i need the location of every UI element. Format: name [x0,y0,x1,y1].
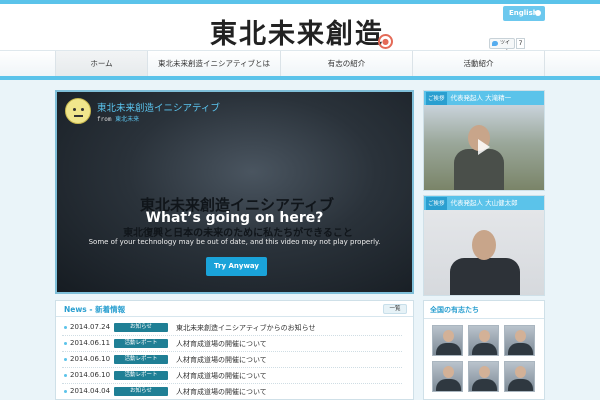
nav-item-about[interactable]: 東北未来創造イニシアティブとは [147,51,280,77]
face-body [508,343,533,355]
face-head [443,366,454,378]
person-card-1[interactable]: ご挨拶 代表発起人 大滝精一 [423,90,545,191]
twitter-bird-icon [492,41,498,46]
avatar-eye [73,108,76,111]
news-date: 2014.06.10 [70,371,111,379]
avatar-eye [81,108,84,111]
news-item[interactable]: 2014.04.04 お知らせ 人材育成道場の開催について [62,384,402,400]
person-name: 代表発起人 大山健太郎 [450,199,518,207]
bullet-icon [64,358,67,361]
news-text[interactable]: 東北未来創造イニシアティブからのお知らせ [176,323,315,333]
supporters-panel: 全国の有志たち [423,300,545,400]
bullet-icon [64,342,67,345]
news-item[interactable]: 2014.06.10 活動レポート 人材育成道場の開催について [62,352,402,368]
face-head [443,330,454,342]
video-title[interactable]: 東北未来創造イニシアティブ [97,100,220,114]
face-head [515,330,526,342]
face-head [479,366,490,378]
english-button-label: English [509,9,538,17]
tweet-count: 7 [516,38,525,49]
main-nav: ホーム 東北未来創造イニシアティブとは 有志の紹介 活動紹介 [0,50,600,77]
video-from: from 東北未来 [97,114,139,123]
supporter-photo[interactable] [468,325,499,356]
tweet-button[interactable]: ツイート [489,38,515,55]
news-date: 2014.07.24 [70,323,111,331]
news-item[interactable]: 2014.06.11 活動レポート 人材育成道場の開催について [62,336,402,352]
news-category: お知らせ [114,387,168,396]
person-body [450,258,520,295]
supporter-photo[interactable] [504,361,535,392]
supporter-photo[interactable] [468,361,499,392]
bullet-icon [64,326,67,329]
person-card-2[interactable]: ご挨拶 代表発起人 大山健太郎 [423,195,545,296]
person-name: 代表発起人 大滝精一 [450,94,512,102]
person-tag: ご挨拶 [426,197,447,211]
news-category: 活動レポート [114,371,168,380]
news-text[interactable]: 人材育成道場の開催について [176,387,267,397]
face-body [508,379,533,391]
news-item[interactable]: 2014.06.10 活動レポート 人材育成道場の開催について [62,368,402,384]
site-header: 東北未来創造 ● English ツイート 7 [0,4,600,55]
supporters-title: 全国の有志たち [430,306,479,314]
person-photo[interactable] [424,105,544,190]
bullet-icon [64,390,67,393]
supporter-photo[interactable] [432,325,463,356]
play-icon[interactable] [478,139,490,155]
channel-avatar-icon[interactable] [65,98,91,124]
arrow-circle-icon [535,10,541,16]
person-head [472,230,496,260]
supporters-divider [424,318,544,319]
face-body [436,379,461,391]
video-from-name[interactable]: 東北未来 [115,116,139,123]
news-more-button[interactable]: 一覧 [383,304,407,314]
try-anyway-button[interactable]: Try Anyway [206,257,267,276]
face-head [479,330,490,342]
news-header: News - 新着情報 一覧 [56,301,413,317]
news-panel: News - 新着情報 一覧 2014.07.24 お知らせ 東北未来創造イニシ… [55,300,414,400]
news-category: 活動レポート [114,339,168,348]
person-photo[interactable] [424,210,544,295]
site-logo[interactable]: 東北未来創造 [210,12,384,51]
nav-item-members[interactable]: 有志の紹介 [280,51,412,77]
video-error-message: Some of your technology may be out of da… [88,238,381,246]
face-body [472,379,497,391]
avatar-mouth [74,115,83,117]
face-body [472,343,497,355]
english-button[interactable]: English [503,6,545,21]
video-player[interactable]: 東北未来創造イニシアティブ from 東北未来 東北未来創造イニシアティブ Wh… [55,90,414,294]
face-head [515,366,526,378]
nav-item-home[interactable]: ホーム [55,51,147,77]
nav-item-activities[interactable]: 活動紹介 [412,51,545,77]
news-date: 2014.06.11 [70,339,111,347]
logo-seal-icon: ● [378,34,393,49]
bullet-icon [64,374,67,377]
person-card-header: ご挨拶 代表発起人 大滝精一 [424,91,544,106]
news-item[interactable]: 2014.07.24 お知らせ 東北未来創造イニシアティブからのお知らせ [62,320,402,336]
face-body [436,343,461,355]
news-title: News - 新着情報 [64,305,126,314]
video-from-label: from [97,116,112,123]
news-text[interactable]: 人材育成道場の開催について [176,339,267,349]
supporter-photo[interactable] [432,361,463,392]
news-date: 2014.06.10 [70,355,111,363]
news-text[interactable]: 人材育成道場の開催について [176,355,267,365]
news-text[interactable]: 人材育成道場の開催について [176,371,267,381]
news-date: 2014.04.04 [70,387,111,395]
nav-underline [0,76,600,80]
person-body [454,149,504,190]
person-card-header: ご挨拶 代表発起人 大山健太郎 [424,196,544,211]
person-tag: ご挨拶 [426,92,447,106]
news-category: お知らせ [114,323,168,332]
video-subcaption: 東北復興と日本の未来のために私たちができること [123,228,353,239]
news-category: 活動レポート [114,355,168,364]
supporter-photo[interactable] [504,325,535,356]
